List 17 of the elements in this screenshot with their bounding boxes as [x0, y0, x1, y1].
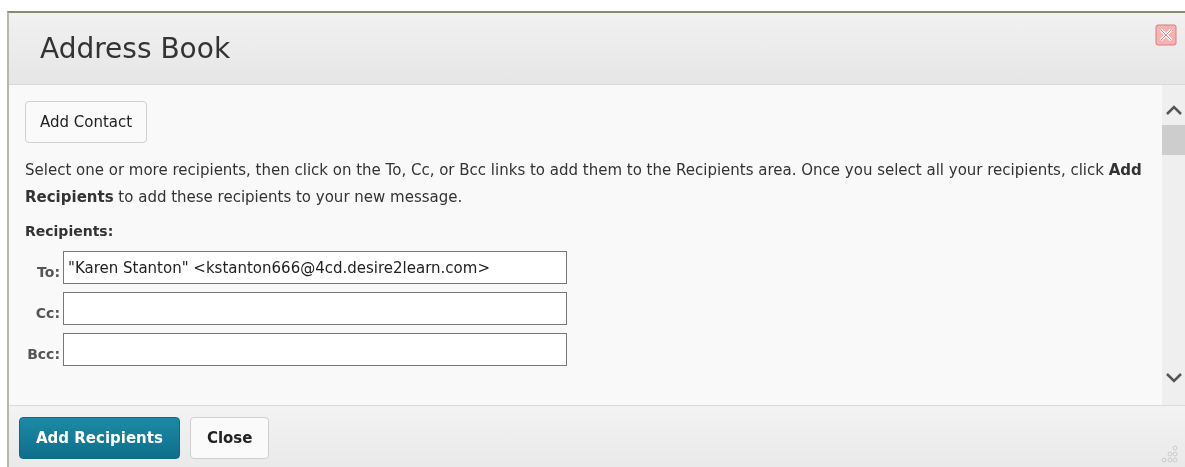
- dialog-title: Address Book: [40, 32, 231, 65]
- field-label: Bcc:: [26, 344, 60, 362]
- scroll-thumb[interactable]: [1162, 125, 1185, 155]
- field-label: Cc:: [34, 303, 60, 321]
- field-label: To:: [36, 262, 60, 280]
- scroll-up-icon[interactable]: [1165, 105, 1182, 115]
- recipient-field[interactable]: "Karen Stanton" <kstanton666@4cd.desire2learn.com>: [63, 251, 567, 284]
- instructions-text: Select one or more recipients, then click on the To, Cc, or Bcc links to add them to the Recipients area. Once you select all your recipients, click Add Recipients to add these recipients to your new message.: [25, 160, 1143, 208]
- recipient-field[interactable]: [63, 333, 567, 366]
- add-recipients-button[interactable]: Add Recipients: [19, 416, 180, 459]
- close-button[interactable]: Close: [189, 416, 270, 459]
- add-contact-button[interactable]: Add Contact: [25, 101, 148, 143]
- resize-grip-icon[interactable]: [1161, 445, 1179, 463]
- recipient-field[interactable]: [63, 292, 567, 325]
- scroll-down-icon[interactable]: [1165, 373, 1182, 383]
- recipients-heading: Recipients:: [25, 223, 115, 239]
- close-icon[interactable]: [1155, 24, 1177, 46]
